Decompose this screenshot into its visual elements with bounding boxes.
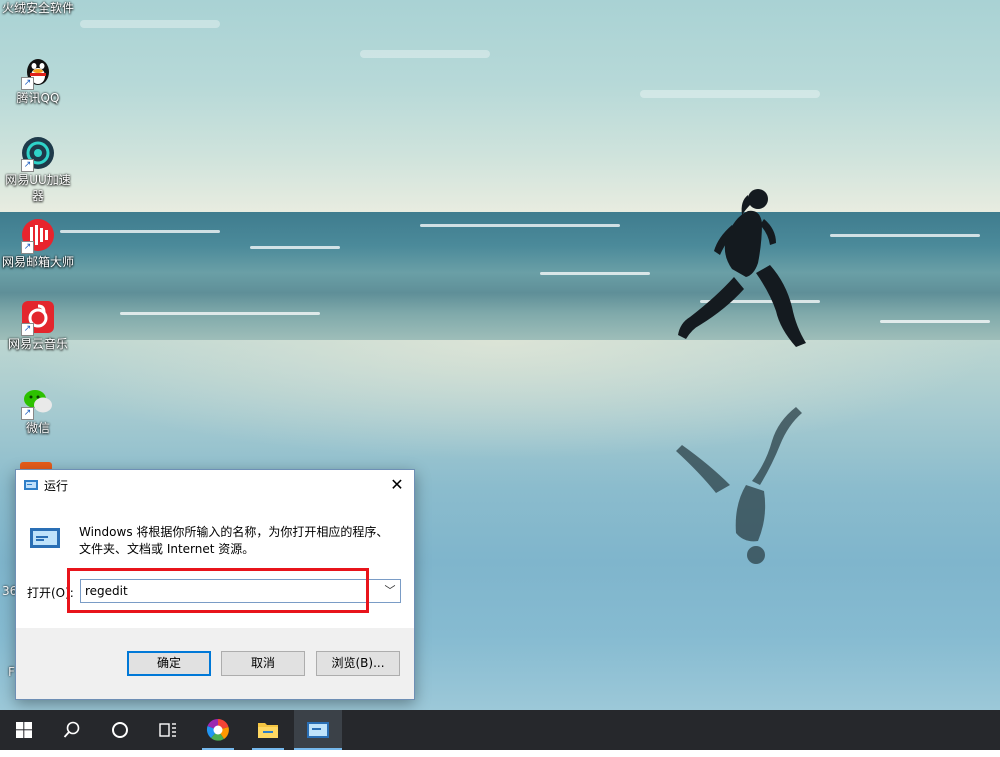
browse-button[interactable]: 浏览(B)... <box>316 651 400 676</box>
search-button[interactable] <box>48 710 96 750</box>
cancel-button[interactable]: 取消 <box>221 651 305 676</box>
cortana-button[interactable] <box>96 710 144 750</box>
taskbar <box>0 710 1000 750</box>
run-dialog-body: Windows 将根据你所输入的名称，为你打开相应的程序、文件夹、文档或 Int… <box>16 500 414 628</box>
run-dialog: 运行 ✕ Windows 将根据你所输入的名称，为你打开相应的程序、文件夹、文档… <box>15 469 415 700</box>
search-icon <box>63 721 80 738</box>
wechat-icon: ↗ <box>21 384 55 420</box>
cortana-circle-icon <box>112 722 128 738</box>
netease-mail-icon: ↗ <box>21 218 55 254</box>
sea <box>0 212 1000 347</box>
desktop-icon-qq[interactable]: ↗ 腾讯QQ <box>1 54 75 106</box>
desktop-icon-huorong[interactable]: 火绒安全软件 <box>1 0 75 16</box>
run-app-icon <box>24 480 38 490</box>
task-view-icon <box>159 723 176 737</box>
folder-icon <box>258 723 278 738</box>
chevron-down-icon: ﹀ <box>384 584 396 597</box>
task-view-button[interactable] <box>144 710 192 750</box>
run-dialog-title: 运行 <box>44 479 69 493</box>
run-taskbar-button[interactable] <box>294 710 342 750</box>
uu-accelerator-icon: ↗ <box>21 136 55 172</box>
qq-penguin-icon: ↗ <box>21 54 55 90</box>
desktop-icon-wechat[interactable]: ↗ 微信 <box>1 384 75 436</box>
close-button[interactable]: ✕ <box>380 470 414 500</box>
start-button[interactable] <box>0 710 48 750</box>
desktop-icon-netease-mail[interactable]: ↗ 网易邮箱大师 <box>1 218 75 270</box>
runner-silhouette <box>676 189 806 564</box>
file-explorer-button[interactable] <box>244 710 292 750</box>
run-app-icon <box>307 722 329 738</box>
run-dialog-titlebar[interactable]: 运行 ✕ <box>16 470 414 500</box>
run-dialog-description: Windows 将根据你所输入的名称，为你打开相应的程序、文件夹、文档或 Int… <box>79 525 389 556</box>
dropdown-button[interactable]: ﹀ <box>380 580 400 602</box>
windows-logo-icon <box>16 722 32 738</box>
run-large-icon <box>30 528 60 548</box>
red-highlight-box <box>67 568 369 613</box>
desktop-partial-label-f: F <box>8 665 15 679</box>
netease-music-icon: ↗ <box>21 300 55 336</box>
ok-button[interactable]: 确定 <box>127 651 211 676</box>
desktop-icon-uu[interactable]: ↗ 网易UU加速器 <box>1 136 75 204</box>
colorful-browser-icon <box>206 718 229 741</box>
desktop-icon-netease-music[interactable]: ↗ 网易云音乐 <box>1 300 75 352</box>
close-icon: ✕ <box>390 475 404 494</box>
run-dialog-footer: 确定 取消 浏览(B)... <box>16 628 414 699</box>
browser-taskbar-button[interactable] <box>194 710 242 750</box>
